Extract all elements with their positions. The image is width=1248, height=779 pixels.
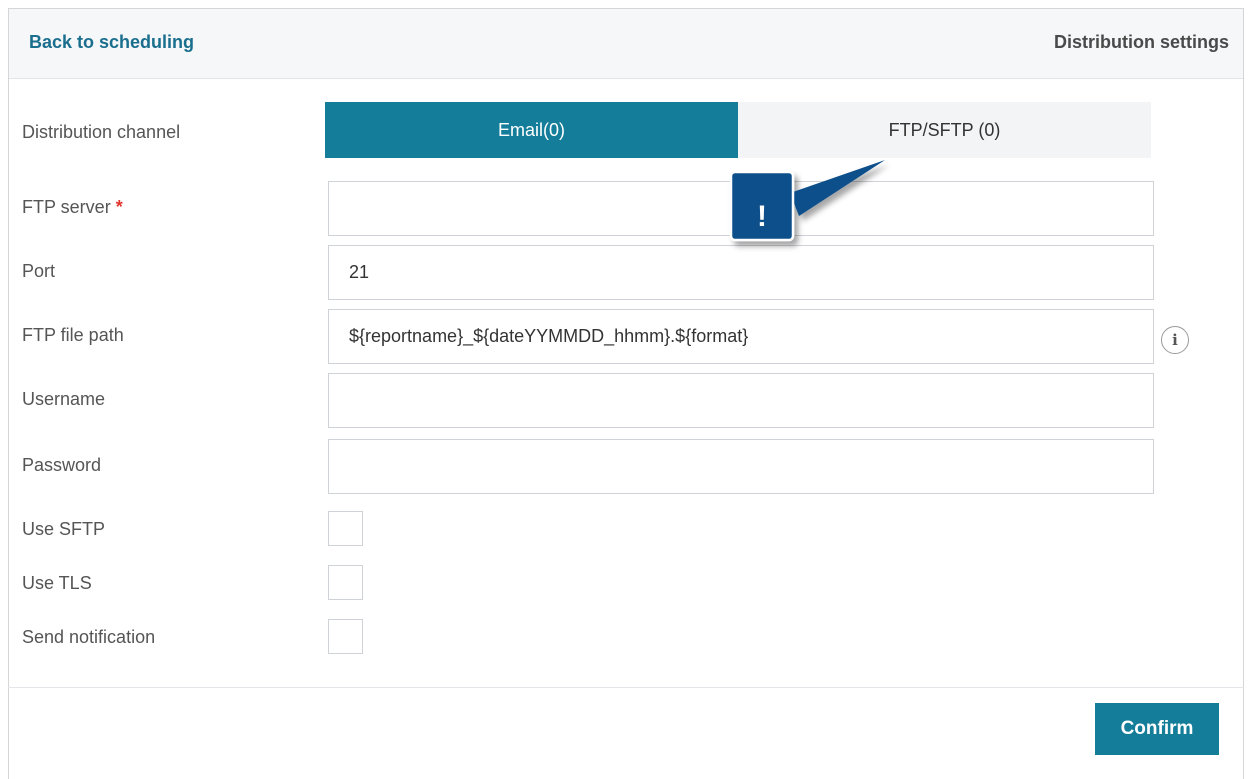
required-asterisk: * [115,197,123,217]
port-label: Port [22,261,56,281]
send-notification-label: Send notification [22,627,156,647]
tab-email[interactable]: Email(0) [325,102,738,158]
info-icon[interactable]: i [1161,326,1189,354]
use-tls-label: Use TLS [22,573,92,593]
use-sftp-label: Use SFTP [22,519,106,539]
username-input[interactable] [328,373,1154,428]
ftp-server-label: FTP server * [22,197,123,218]
use-tls-checkbox[interactable] [328,565,363,600]
confirm-button[interactable]: Confirm [1095,703,1219,755]
distribution-channel-label: Distribution channel [22,122,181,142]
channel-tabs: Email(0) FTP/SFTP (0) [325,102,1151,158]
password-label: Password [22,455,102,475]
ftp-file-path-input[interactable]: ${reportname}_${dateYYMMDD_hhmm}.${forma… [328,309,1154,364]
password-input[interactable] [328,439,1154,494]
ftp-server-label-text: FTP server [22,197,111,217]
tab-ftp-sftp[interactable]: FTP/SFTP (0) [738,102,1151,158]
ftp-server-input[interactable] [328,181,1154,236]
dialog-header: Back to scheduling Distribution settings [9,9,1243,79]
footer-divider [8,687,1244,688]
back-to-scheduling-link[interactable]: Back to scheduling [29,32,194,53]
ftp-file-path-label: FTP file path [22,325,124,345]
page-title: Distribution settings [1054,32,1229,52]
use-sftp-checkbox[interactable] [328,511,363,546]
port-input[interactable]: 21 [328,245,1154,300]
username-label: Username [22,389,106,409]
send-notification-checkbox[interactable] [328,619,363,654]
